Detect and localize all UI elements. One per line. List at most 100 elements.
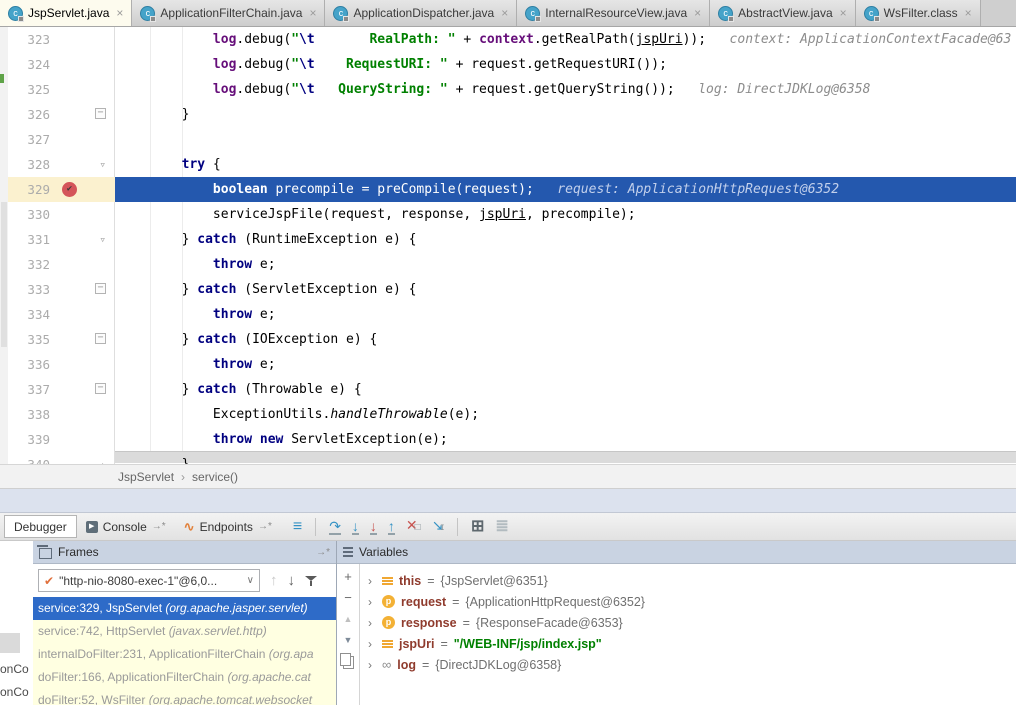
code-line-324[interactable]: 324 log.debug("\t RequestURI: " + reques…: [0, 52, 1016, 77]
code-line-337[interactable]: 337− } catch (Throwable e) {: [0, 377, 1016, 402]
drop-frame-icon[interactable]: ✕□: [406, 518, 421, 535]
step-over-icon[interactable]: ↷: [329, 519, 341, 535]
filter-frames-icon[interactable]: [305, 575, 317, 587]
next-frame-button[interactable]: ↓: [288, 572, 296, 589]
thread-dropdown[interactable]: ✔ "http-nio-8080-exec-1"@6,0... ∨: [38, 569, 260, 592]
expand-chevron-icon[interactable]: ›: [368, 595, 376, 609]
fold-marker-icon[interactable]: ▵: [99, 452, 106, 464]
code-line-336[interactable]: 336 throw e;: [0, 352, 1016, 377]
editor-tab[interactable]: cJspServlet.java×: [0, 0, 132, 26]
code-text[interactable]: } catch (RuntimeException e) {: [115, 227, 1016, 252]
stack-frame-row[interactable]: service:329, JspServlet (org.apache.jasp…: [33, 597, 336, 620]
move-up-button[interactable]: ▲: [344, 612, 353, 626]
code-line-331[interactable]: 331▿ } catch (RuntimeException e) {: [0, 227, 1016, 252]
code-text[interactable]: } catch (ServletException e) {: [115, 277, 1016, 302]
code-line-326[interactable]: 326− }: [0, 102, 1016, 127]
code-line-339[interactable]: 339 throw new ServletException(e);: [0, 427, 1016, 452]
editor-tab[interactable]: cApplicationDispatcher.java×: [325, 0, 517, 26]
code-text[interactable]: try {: [115, 152, 1016, 177]
close-tab-icon[interactable]: ×: [694, 6, 701, 20]
code-text[interactable]: log.debug("\t RealPath: " + context.getR…: [115, 27, 1016, 52]
code-text[interactable]: throw new ServletException(e);: [115, 427, 1016, 452]
previous-frame-button[interactable]: ↑: [270, 572, 278, 589]
show-execution-point-icon[interactable]: ≡: [293, 520, 302, 534]
code-text[interactable]: serviceJspFile(request, response, jspUri…: [115, 202, 1016, 227]
breadcrumb-method[interactable]: service(): [192, 470, 238, 484]
code-editor[interactable]: 323 log.debug("\t RealPath: " + context.…: [0, 27, 1016, 464]
variable-row[interactable]: ›∞log={DirectJDKLog@6358}: [360, 654, 1016, 675]
code-text[interactable]: throw e;: [115, 252, 1016, 277]
stack-frame-row[interactable]: doFilter:166, ApplicationFilterChain (or…: [33, 666, 336, 689]
code-text[interactable]: }: [115, 452, 1016, 464]
breadcrumb-class[interactable]: JspServlet: [118, 470, 174, 484]
code-line-334[interactable]: 334 throw e;: [0, 302, 1016, 327]
code-text[interactable]: ExceptionUtils.handleThrowable(e);: [115, 402, 1016, 427]
run-to-cursor-icon[interactable]: ↘ɪ: [432, 518, 444, 535]
code-line-325[interactable]: 325 log.debug("\t QueryString: " + reque…: [0, 77, 1016, 102]
fold-marker-icon[interactable]: −: [95, 283, 106, 294]
panel-splitter[interactable]: [0, 489, 1016, 513]
code-line-335[interactable]: 335− } catch (IOException e) {: [0, 327, 1016, 352]
code-line-327[interactable]: 327: [0, 127, 1016, 152]
remove-watch-button[interactable]: −: [344, 591, 352, 605]
editor-tab[interactable]: cApplicationFilterChain.java×: [132, 0, 325, 26]
fold-marker-icon[interactable]: ▿: [99, 152, 106, 177]
editor-tab[interactable]: cAbstractView.java×: [710, 0, 856, 26]
code-text[interactable]: }: [115, 102, 1016, 127]
variable-row[interactable]: ›jspUri="/WEB-INF/jsp/index.jsp": [360, 633, 1016, 654]
variable-row[interactable]: ›this={JspServlet@6351}: [360, 570, 1016, 591]
code-text[interactable]: throw e;: [115, 352, 1016, 377]
stack-frame-row[interactable]: doFilter:52, WsFilter (org.apache.tomcat…: [33, 689, 336, 705]
close-tab-icon[interactable]: ×: [501, 6, 508, 20]
code-line-340[interactable]: 340▵ }: [0, 452, 1016, 464]
copy-icon[interactable]: [343, 656, 354, 669]
debugger-tab-endpoints[interactable]: ∿Endpoints→*: [175, 516, 281, 537]
code-text[interactable]: } catch (Throwable e) {: [115, 377, 1016, 402]
code-line-329[interactable]: 329✔ boolean precompile = preCompile(req…: [0, 177, 1016, 202]
expand-chevron-icon[interactable]: ›: [368, 658, 376, 672]
variable-row[interactable]: ›prequest={ApplicationHttpRequest@6352}: [360, 591, 1016, 612]
fold-marker-icon[interactable]: ▿: [99, 227, 106, 252]
expand-chevron-icon[interactable]: ›: [368, 574, 376, 588]
code-text[interactable]: log.debug("\t QueryString: " + request.g…: [115, 77, 1016, 102]
code-text[interactable]: throw e;: [115, 302, 1016, 327]
code-text[interactable]: } catch (IOException e) {: [115, 327, 1016, 352]
code-text[interactable]: boolean precompile = preCompile(request)…: [115, 177, 1016, 202]
layout-settings-icon[interactable]: ≣: [495, 520, 508, 534]
debugger-tab-console[interactable]: ▶Console→*: [77, 516, 175, 537]
code-text[interactable]: log.debug("\t RequestURI: " + request.ge…: [115, 52, 1016, 77]
force-step-into-icon[interactable]: ↓: [370, 519, 377, 535]
evaluate-expression-icon[interactable]: ⊞: [471, 520, 484, 534]
code-text[interactable]: [115, 127, 1016, 152]
code-line-323[interactable]: 323 log.debug("\t RealPath: " + context.…: [0, 27, 1016, 52]
variable-row[interactable]: ›presponse={ResponseFacade@6353}: [360, 612, 1016, 633]
close-tab-icon[interactable]: ×: [116, 6, 123, 20]
expand-chevron-icon[interactable]: ›: [368, 616, 376, 630]
pin-icon[interactable]: →*: [258, 521, 272, 532]
fold-marker-icon[interactable]: −: [95, 333, 106, 344]
code-line-338[interactable]: 338 ExceptionUtils.handleThrowable(e);: [0, 402, 1016, 427]
close-tab-icon[interactable]: ×: [965, 6, 972, 20]
step-into-icon[interactable]: ↓: [352, 519, 359, 535]
stack-frame-row[interactable]: service:742, HttpServlet (javax.servlet.…: [33, 620, 336, 643]
debugger-tab-debugger[interactable]: Debugger: [4, 515, 77, 538]
stack-frame-row[interactable]: internalDoFilter:231, ApplicationFilterC…: [33, 643, 336, 666]
step-out-icon[interactable]: ↑: [388, 519, 395, 535]
local-variable-icon: [382, 640, 393, 642]
close-tab-icon[interactable]: ×: [309, 6, 316, 20]
code-line-330[interactable]: 330 serviceJspFile(request, response, js…: [0, 202, 1016, 227]
code-line-332[interactable]: 332 throw e;: [0, 252, 1016, 277]
breakpoint-icon[interactable]: ✔: [62, 182, 77, 197]
add-watch-button[interactable]: +: [344, 570, 352, 584]
editor-tab[interactable]: cInternalResourceView.java×: [517, 0, 710, 26]
editor-tab[interactable]: cWsFilter.class×: [856, 0, 981, 26]
fold-marker-icon[interactable]: −: [95, 108, 106, 119]
code-line-333[interactable]: 333− } catch (ServletException e) {: [0, 277, 1016, 302]
pin-icon[interactable]: →*: [152, 521, 166, 532]
code-line-328[interactable]: 328▿ try {: [0, 152, 1016, 177]
fold-marker-icon[interactable]: −: [95, 383, 106, 394]
move-down-button[interactable]: ▼: [344, 633, 353, 647]
pin-icon[interactable]: →*: [316, 547, 330, 558]
expand-chevron-icon[interactable]: ›: [368, 637, 376, 651]
close-tab-icon[interactable]: ×: [840, 6, 847, 20]
